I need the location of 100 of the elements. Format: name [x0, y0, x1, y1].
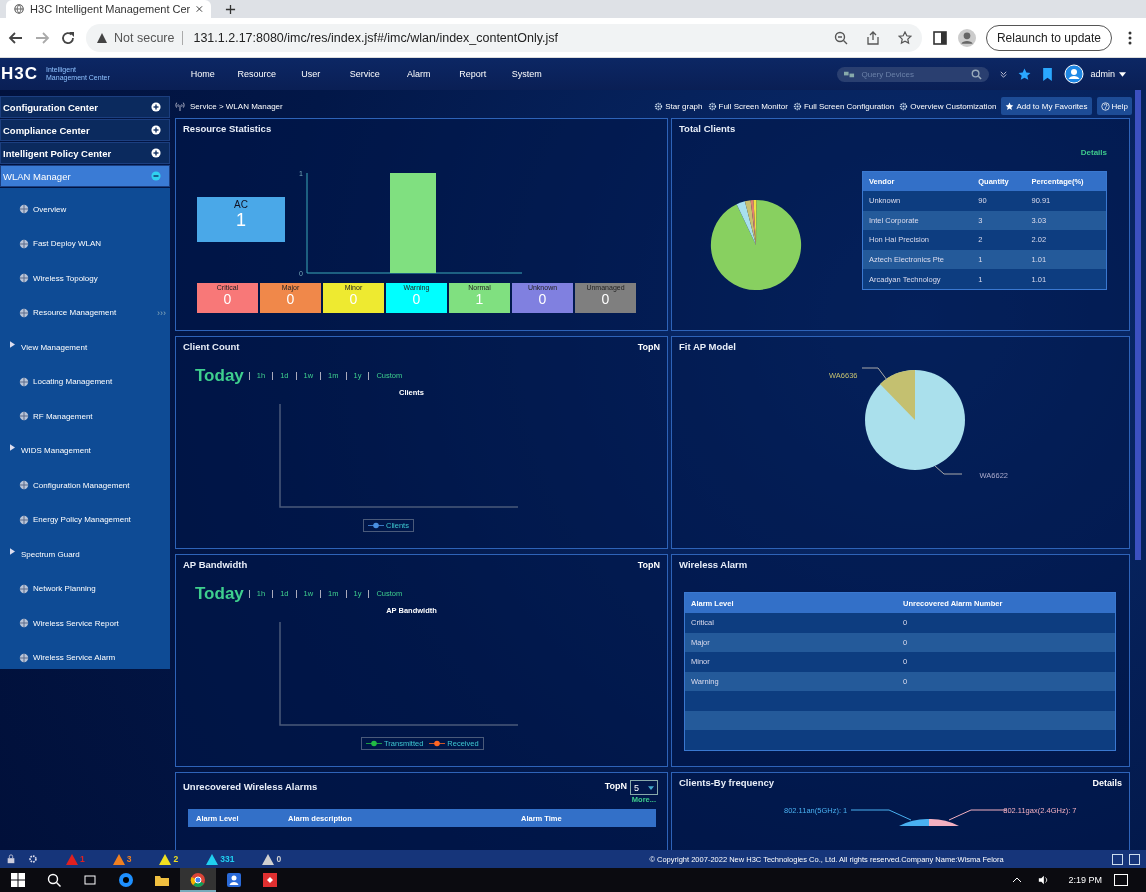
star-icon[interactable] [1018, 67, 1032, 81]
clock[interactable]: 2:19 PM [1068, 875, 1102, 885]
sidebar-item[interactable]: Wireless Service Alarm [33, 653, 116, 663]
tile-label: AC [234, 199, 248, 210]
toolbar-link[interactable]: Full Screen Configuration [803, 101, 895, 111]
alarm-triangle-icon[interactable] [159, 853, 172, 865]
globe-icon [19, 273, 29, 284]
toolbar-button[interactable]: Add to My Favorites [1001, 97, 1092, 115]
plus-icon[interactable] [151, 102, 161, 112]
settings-icon[interactable] [28, 854, 38, 864]
alarm-count[interactable]: 331 [220, 854, 235, 864]
gear-icon[interactable] [654, 101, 664, 111]
new-tab-icon[interactable] [225, 4, 236, 15]
address-bar[interactable]: Not secure 131.1.2.17:8080/imc/res/index.jsf#/imc/wlan/index_contentOnly.jsf [86, 23, 922, 52]
lock-icon[interactable] [6, 854, 16, 864]
expand-triangle-icon[interactable] [10, 547, 15, 555]
nav-link[interactable]: Alarm [391, 69, 446, 79]
expand-triangle-icon[interactable] [10, 340, 15, 348]
reload-icon[interactable] [60, 29, 76, 46]
chrome-icon[interactable] [180, 868, 216, 892]
bookmark-icon[interactable] [1041, 67, 1055, 81]
sidebar-item[interactable]: Wireless Topology [33, 273, 98, 283]
user-avatar-icon[interactable] [1064, 64, 1085, 84]
gear-icon[interactable] [707, 101, 717, 111]
sidebar-item[interactable]: Wireless Service Report [33, 618, 119, 628]
tray-caret-icon[interactable] [1012, 875, 1023, 885]
restore-icon[interactable] [1112, 853, 1123, 865]
sidebar-item[interactable]: Overview [33, 204, 67, 214]
close-icon[interactable] [196, 5, 203, 13]
speaker-icon[interactable] [1038, 875, 1049, 885]
minus-icon[interactable] [151, 171, 161, 181]
sidebar-item[interactable]: Spectrum Guard [21, 549, 80, 559]
alarm-triangle-icon[interactable] [262, 853, 275, 865]
sidebar-item[interactable]: Resource Management [33, 308, 117, 318]
browser-tab[interactable]: H3C Intelligent Management Cer [6, 0, 211, 18]
sidebar-group[interactable]: WLAN Manager [0, 165, 170, 187]
nav-link[interactable]: Home [175, 69, 230, 79]
plus-icon[interactable] [151, 125, 161, 135]
back-icon[interactable] [8, 29, 24, 46]
toolbar-link[interactable]: Full Screen Monitor [718, 101, 788, 111]
toolbar-link[interactable]: Star graph [665, 101, 703, 111]
topn-label: TopN [604, 781, 627, 791]
panel-title: Unrecovered Wireless Alarms [183, 780, 318, 792]
caret-icon[interactable] [648, 785, 654, 790]
logo: H3C [0, 64, 38, 84]
topn-select[interactable]: 5 [630, 780, 658, 795]
plus-icon[interactable] [151, 148, 161, 158]
user-menu[interactable]: admin [1090, 69, 1115, 79]
globe-icon [19, 583, 29, 594]
star-icon [1005, 101, 1015, 111]
gear-icon[interactable] [899, 101, 909, 111]
zoom-out-icon[interactable] [833, 30, 848, 45]
bookmark-star-icon[interactable] [897, 30, 912, 45]
topn-link[interactable]: TopN [637, 341, 660, 352]
globe-icon [19, 204, 29, 215]
sidebar-item[interactable]: Configuration Management [33, 480, 130, 490]
gear-icon[interactable] [792, 101, 802, 111]
sidebar-item[interactable]: RF Management [33, 411, 93, 421]
relaunch-button[interactable]: Relaunch to update [985, 24, 1112, 51]
double-chevron-icon[interactable] [999, 69, 1009, 79]
help-icon [1100, 101, 1110, 111]
toolbar-link[interactable]: Overview Customization [910, 101, 997, 111]
leader-line [850, 809, 912, 821]
nav-link[interactable]: Service [337, 69, 392, 79]
alarm-triangle-icon[interactable] [206, 853, 219, 865]
nav-link[interactable]: Report [445, 69, 500, 79]
sidebar-group[interactable]: Intelligent Policy Center [0, 142, 170, 164]
topn-link[interactable]: TopN [637, 559, 660, 570]
expand-triangle-icon[interactable] [10, 444, 15, 452]
alarm-count[interactable]: 2 [173, 854, 179, 864]
sidebar-item[interactable]: Fast Deploy WLAN [33, 239, 102, 249]
details-link[interactable]: Details [1080, 148, 1107, 157]
sidebar-item[interactable]: Network Planning [33, 584, 96, 594]
sidebar-item[interactable]: View Management [21, 342, 88, 352]
share-icon[interactable] [865, 30, 880, 45]
collapse-icon[interactable] [1129, 853, 1140, 865]
sidebar-item[interactable]: WIDS Management [21, 446, 91, 456]
nav-link[interactable]: Resource [229, 69, 284, 79]
profile-icon[interactable] [957, 28, 976, 47]
notification-icon[interactable] [1114, 874, 1128, 886]
toolbar-button[interactable]: Help [1096, 97, 1132, 115]
antenna-icon [175, 101, 185, 111]
nav-link[interactable]: System [499, 69, 554, 79]
sidebar-item[interactable]: Locating Management [33, 377, 113, 387]
side-panel-icon[interactable] [931, 29, 948, 46]
nav-link[interactable]: User [283, 69, 338, 79]
alarm-triangle-icon[interactable] [112, 853, 125, 865]
sidebar-group[interactable]: Compliance Center [0, 119, 170, 141]
globe-icon [19, 652, 29, 663]
sidebar-item[interactable]: Energy Policy Management [33, 515, 131, 525]
globe-icon [14, 3, 25, 15]
sidebar-group[interactable]: Configuration Center [0, 96, 170, 118]
alarm-count[interactable]: 0 [276, 854, 282, 864]
scrollbar[interactable] [1135, 90, 1141, 560]
alarm-count[interactable]: 3 [126, 854, 132, 864]
pie-chart-drawing [899, 819, 960, 826]
globe-icon [19, 307, 29, 318]
collapse-handle[interactable]: ››› [157, 307, 166, 318]
caret-icon[interactable] [1119, 71, 1126, 77]
details-link[interactable]: Details [1092, 777, 1122, 788]
